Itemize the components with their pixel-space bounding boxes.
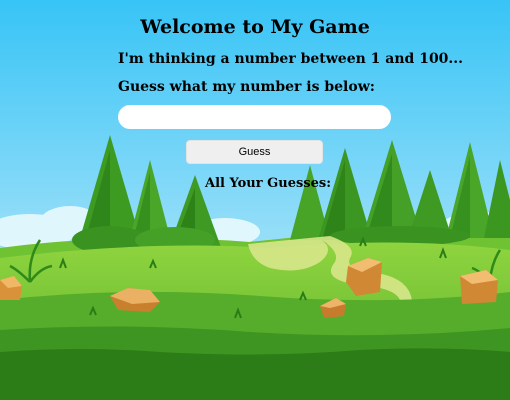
guess-button[interactable]: Guess [186,140,323,164]
intro-text: I'm thinking a number between 1 and 100.… [118,51,464,67]
guesses-heading: All Your Guesses: [205,176,331,191]
guess-input[interactable] [118,105,391,129]
guess-prompt: Guess what my number is below: [118,79,375,95]
game-content: Welcome to My Game I'm thinking a number… [0,0,510,400]
page-title: Welcome to My Game [140,16,370,38]
